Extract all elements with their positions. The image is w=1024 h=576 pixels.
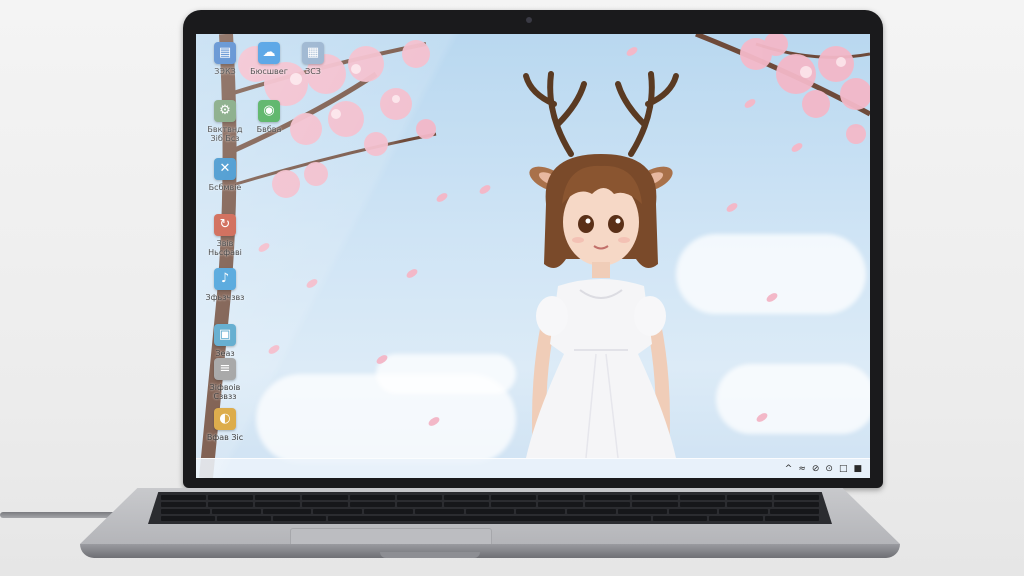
desktop-icon[interactable]: ◐ Вфав Зіс xyxy=(202,408,248,442)
sync-icon: ↻ xyxy=(214,214,236,236)
desktop-icon[interactable]: ♪ Зфьзчзвз xyxy=(202,268,248,302)
desktop-icon[interactable]: ▦ ЗСЗ xyxy=(290,42,336,76)
deer-girl-character xyxy=(523,71,679,458)
keyboard[interactable] xyxy=(148,492,832,524)
desktop-icon[interactable]: ☁ Бюсшвег xyxy=(246,42,292,76)
music-icon: ♪ xyxy=(214,268,236,290)
browser-icon: ◐ xyxy=(214,408,236,430)
desktop-icon[interactable]: ↻ Звів Ньсфаві xyxy=(202,214,248,257)
desktop-screen[interactable]: ▤ ЗЭКЗ ☁ Бюсшвег ▦ ЗСЗ ⚙ Бвктвнд Зіб Бсз… xyxy=(196,34,870,478)
system-tray: ^ ≈ ⊘ ⊙ □ ■ xyxy=(785,462,862,476)
desktop-icon[interactable]: ◉ Бвбва xyxy=(246,100,292,134)
desktop-icon[interactable]: ✕ Бсбмвіе xyxy=(202,158,248,192)
notification-icon[interactable]: □ xyxy=(839,464,848,474)
desktop-icon-grid: ▤ ЗЭКЗ ☁ Бюсшвег ▦ ЗСЗ ⚙ Бвктвнд Зіб Бсз… xyxy=(202,40,324,460)
tray-overflow-icon[interactable]: ^ xyxy=(785,464,793,474)
desktop-icon[interactable]: ▤ ЗЭКЗ xyxy=(202,42,248,76)
chrome-icon: ◉ xyxy=(258,100,280,122)
folder-icon: ▤ xyxy=(214,42,236,64)
taskbar: ^ ≈ ⊘ ⊙ □ ■ xyxy=(196,458,870,478)
desktop-icon[interactable]: ≡ Зіфвоів Сзвзз xyxy=(202,358,248,401)
show-desktop-icon[interactable]: ■ xyxy=(853,464,862,474)
desktop-icon[interactable]: ⚙ Бвктвнд Зіб Бсз xyxy=(202,100,248,143)
lid-opening-notch xyxy=(380,552,480,558)
document-icon: ≡ xyxy=(214,358,236,380)
wifi-icon[interactable]: ≈ xyxy=(798,464,806,474)
tools-icon: ✕ xyxy=(214,158,236,180)
network-icon[interactable]: ⊘ xyxy=(812,464,820,474)
laptop-front-edge xyxy=(80,544,900,558)
cloud-icon: ☁ xyxy=(258,42,280,64)
laptop-lid: ▤ ЗЭКЗ ☁ Бюсшвег ▦ ЗСЗ ⚙ Бвктвнд Зіб Бсз… xyxy=(183,10,883,488)
gallery-icon: ▣ xyxy=(214,324,236,346)
settings-icon: ⚙ xyxy=(214,100,236,122)
window-icon: ▦ xyxy=(302,42,324,64)
webcam xyxy=(526,17,532,23)
power-cable xyxy=(0,512,120,518)
volume-icon[interactable]: ⊙ xyxy=(825,464,833,474)
desktop-icon[interactable]: ▣ Зеаз xyxy=(202,324,248,358)
